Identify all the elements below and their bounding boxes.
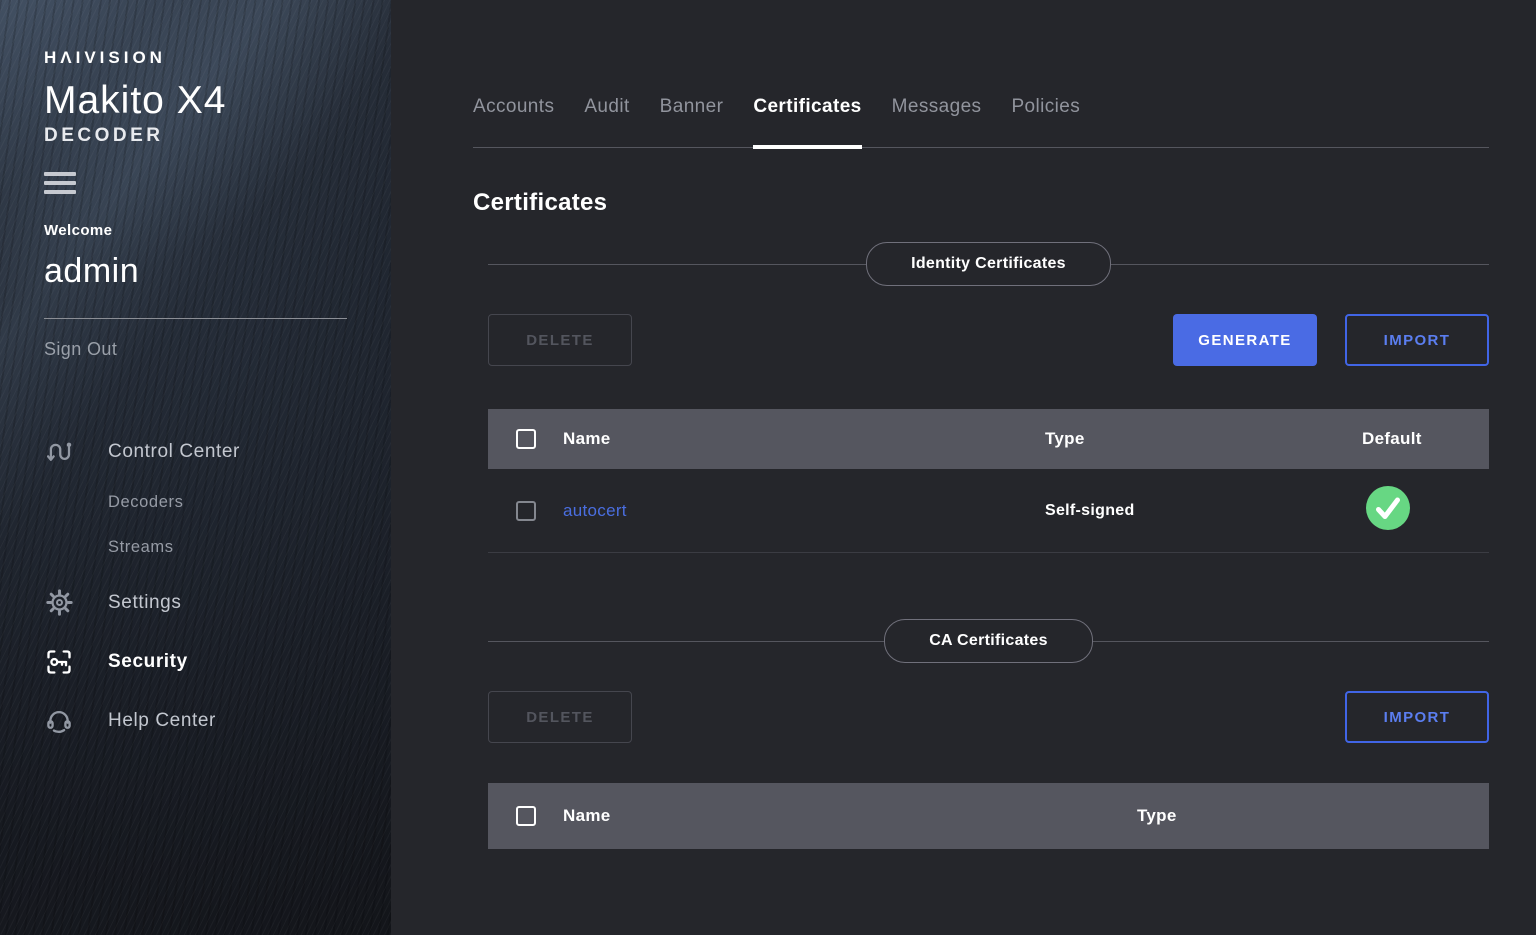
ca-certificates-section: CA Certificates DELETE IMPORT Name Type <box>488 620 1489 849</box>
column-header-type: Type <box>1045 429 1362 449</box>
sidebar-item-decoders[interactable]: Decoders <box>44 484 347 521</box>
sidebar-item-label: Security <box>108 651 188 673</box>
ca-delete-button[interactable]: DELETE <box>488 691 632 743</box>
product-name: Makito X4 <box>44 81 347 122</box>
sidebar-item-label: Settings <box>108 592 181 614</box>
ca-toolbar: DELETE IMPORT <box>488 691 1489 743</box>
identity-toolbar: DELETE GENERATE IMPORT <box>488 314 1489 366</box>
generate-button[interactable]: GENERATE <box>1173 314 1317 366</box>
row-checkbox[interactable] <box>516 501 536 521</box>
column-header-type: Type <box>1137 806 1489 826</box>
tab-audit[interactable]: Audit <box>584 96 629 147</box>
user-divider <box>44 318 347 319</box>
toolbar-spacer <box>660 314 1145 366</box>
gear-icon <box>44 589 74 616</box>
toolbar-spacer <box>660 691 1317 743</box>
identity-certificates-pill: Identity Certificates <box>866 242 1111 286</box>
welcome-label: Welcome <box>44 222 347 239</box>
hamburger-icon <box>44 172 76 176</box>
main-content: Accounts Audit Banner Certificates Messa… <box>391 0 1536 935</box>
tab-certificates[interactable]: Certificates <box>753 96 861 147</box>
column-header-name: Name <box>563 429 1045 449</box>
headset-icon <box>44 707 74 735</box>
menu-toggle-button[interactable] <box>44 170 76 196</box>
identity-import-button[interactable]: IMPORT <box>1345 314 1489 366</box>
certificate-name-link[interactable]: autocert <box>563 501 627 520</box>
ca-certificates-pill: CA Certificates <box>884 619 1093 663</box>
sidebar-item-control-center[interactable]: Control Center <box>44 430 347 474</box>
key-frame-icon <box>44 648 74 676</box>
identity-certificates-table: Name Type Default autocert Self-signed <box>488 409 1489 553</box>
column-header-name: Name <box>563 806 1137 826</box>
haivision-logo: HΛIVISION <box>44 48 347 68</box>
default-check-icon <box>1366 486 1410 530</box>
ca-select-all-checkbox[interactable] <box>516 806 536 826</box>
sidebar-item-help-center[interactable]: Help Center <box>44 699 347 743</box>
sidebar-item-label: Decoders <box>108 493 183 512</box>
identity-delete-button[interactable]: DELETE <box>488 314 632 366</box>
sidebar-item-label: Streams <box>108 538 174 557</box>
tab-banner[interactable]: Banner <box>660 96 724 147</box>
page-title: Certificates <box>473 189 1489 217</box>
table-row: autocert Self-signed <box>488 469 1489 553</box>
table-header-row: Name Type <box>488 783 1489 849</box>
route-icon <box>44 437 74 467</box>
certificate-type: Self-signed <box>1045 502 1362 520</box>
app-window: HΛIVISION Makito X4 DECODER Welcome admi… <box>0 0 1536 935</box>
sidebar-item-label: Help Center <box>108 710 216 732</box>
column-header-default: Default <box>1362 429 1489 449</box>
sidebar-nav: Control Center Decoders Streams <box>44 430 347 743</box>
ca-import-button[interactable]: IMPORT <box>1345 691 1489 743</box>
tab-messages[interactable]: Messages <box>892 96 982 147</box>
tab-bar: Accounts Audit Banner Certificates Messa… <box>473 96 1489 148</box>
select-all-checkbox[interactable] <box>516 429 536 449</box>
sidebar: HΛIVISION Makito X4 DECODER Welcome admi… <box>0 0 391 935</box>
sidebar-item-streams[interactable]: Streams <box>44 529 347 566</box>
sign-out-link[interactable]: Sign Out <box>44 339 117 360</box>
tab-accounts[interactable]: Accounts <box>473 96 554 147</box>
username: admin <box>44 252 347 291</box>
product-subtitle: DECODER <box>44 125 347 147</box>
tab-policies[interactable]: Policies <box>1011 96 1080 147</box>
identity-section-divider: Identity Certificates <box>488 243 1489 285</box>
ca-section-divider: CA Certificates <box>488 620 1489 662</box>
sidebar-item-settings[interactable]: Settings <box>44 581 347 625</box>
sidebar-item-label: Control Center <box>108 441 240 463</box>
ca-certificates-table: Name Type <box>488 783 1489 849</box>
sidebar-item-security[interactable]: Security <box>44 640 347 684</box>
table-header-row: Name Type Default <box>488 409 1489 469</box>
identity-certificates-section: Identity Certificates DELETE GENERATE IM… <box>488 243 1489 553</box>
